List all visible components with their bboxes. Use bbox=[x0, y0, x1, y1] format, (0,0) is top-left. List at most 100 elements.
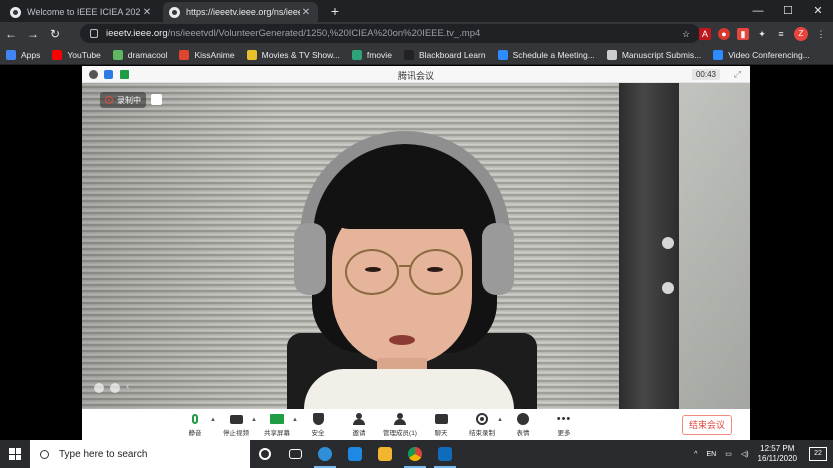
bookmark-item[interactable]: dramacool bbox=[112, 49, 168, 60]
browser-tab-active[interactable]: https://ieeetv.ieee.org/ns/ieee ✕ bbox=[163, 2, 318, 22]
extensions-area: ☆ A ● ▮ ✦ ≡ Z ⋮ bbox=[680, 22, 827, 45]
security-button[interactable]: 安全 bbox=[303, 413, 333, 437]
chat-button[interactable]: 聊天 bbox=[426, 413, 456, 437]
volume-icon[interactable]: ◁) bbox=[741, 450, 749, 458]
bookmark-label: Manuscript Submis... bbox=[621, 49, 702, 60]
address-bar[interactable]: ieeetv.ieee.org/ns/ieeetvdl/VolunteerGen… bbox=[80, 24, 700, 43]
bookmark-item[interactable]: Movies & TV Show... bbox=[246, 49, 340, 60]
mute-button[interactable]: 静音 ▲ bbox=[180, 413, 216, 437]
bookmark-favicon-icon bbox=[179, 49, 190, 60]
chrome-button[interactable] bbox=[400, 440, 430, 468]
bookmark-item[interactable]: Blackboard Learn bbox=[403, 49, 486, 60]
file-explorer-button[interactable] bbox=[370, 440, 400, 468]
edge-button[interactable] bbox=[310, 440, 340, 468]
language-indicator[interactable]: EN bbox=[706, 451, 716, 458]
bookmark-item[interactable]: Schedule a Meeting... bbox=[497, 49, 595, 60]
bookmark-item[interactable]: Apps bbox=[6, 49, 41, 60]
invite-button[interactable]: 邀请 bbox=[344, 413, 374, 437]
bookmark-label: Apps bbox=[21, 49, 41, 60]
windows-taskbar: Type here to search ^ EN ▭ ◁) 12:57 PM 1… bbox=[0, 440, 833, 468]
new-tab-button[interactable]: + bbox=[326, 3, 344, 21]
clock[interactable]: 12:57 PM 16/11/2020 bbox=[758, 444, 797, 464]
tab-title: Welcome to IEEE ICIEA 2021 bbox=[27, 7, 141, 17]
end-recording-button[interactable]: 结束录制 ▲ bbox=[467, 413, 503, 437]
mic-icon bbox=[188, 413, 202, 426]
start-button[interactable] bbox=[0, 440, 30, 468]
chat-icon[interactable] bbox=[110, 383, 120, 393]
outlook-button[interactable] bbox=[430, 440, 460, 468]
bookmark-label: fmovie bbox=[366, 49, 392, 60]
reactions-button[interactable]: 表情 bbox=[508, 413, 538, 437]
lock-icon[interactable] bbox=[90, 29, 98, 38]
bookmark-favicon-icon bbox=[112, 49, 123, 60]
more-icon: ••• bbox=[556, 413, 572, 425]
outlook-icon bbox=[438, 447, 452, 461]
meeting-toolbar: 静音 ▲ 停止视频 ▲ 共享屏幕 ▲ 安全 邀请 管理成员(1) 聊天 结束录制… bbox=[82, 409, 750, 440]
url-text: ieeetv.ieee.org/ns/ieeetvdl/VolunteerGen… bbox=[106, 28, 481, 39]
bookmark-item[interactable]: KissAnime bbox=[179, 49, 235, 60]
bookmark-favicon-icon bbox=[52, 49, 63, 60]
extension-icon[interactable]: ● bbox=[718, 27, 730, 40]
reading-list-icon[interactable]: ≡ bbox=[775, 28, 787, 40]
profile-avatar[interactable]: Z bbox=[794, 26, 808, 41]
stop-video-button[interactable]: 停止视频 ▲ bbox=[221, 413, 257, 437]
share-screen-button[interactable]: 共享屏幕 ▲ bbox=[262, 413, 298, 437]
bookmark-label: dramacool bbox=[127, 49, 168, 60]
mail-button[interactable] bbox=[340, 440, 370, 468]
navigation-bar: ← → ↻ ieeetv.ieee.org/ns/ieeetvdl/Volunt… bbox=[0, 22, 833, 45]
bookmark-item[interactable]: Video Conferencing... bbox=[713, 49, 810, 60]
bookmark-label: Movies & TV Show... bbox=[261, 49, 340, 60]
cortana-button[interactable] bbox=[250, 440, 280, 468]
more-button[interactable]: ••• 更多 bbox=[549, 413, 579, 437]
emoji-icon bbox=[516, 413, 530, 426]
bookmark-favicon-icon bbox=[713, 49, 724, 60]
fullscreen-icon[interactable]: ⤢ bbox=[734, 69, 741, 80]
pdf-extension-icon[interactable]: A bbox=[699, 27, 711, 40]
close-tab-icon[interactable]: ✕ bbox=[300, 7, 312, 18]
reload-icon[interactable]: ↻ bbox=[44, 23, 66, 45]
chevron-up-icon[interactable]: ▲ bbox=[210, 417, 216, 423]
end-meeting-button[interactable]: 结束会议 bbox=[681, 415, 732, 435]
back-icon[interactable]: ← bbox=[0, 23, 22, 45]
extension-icon[interactable]: ▮ bbox=[737, 27, 749, 40]
close-window-icon[interactable]: ✕ bbox=[803, 0, 833, 22]
video-player[interactable]: 腾讯会议 00:43 ⤢ 录制中 ‹ 静音 ▲ 停止视频 ▲ 共享屏幕 ▲ 安全… bbox=[0, 66, 833, 440]
chevron-up-icon[interactable]: ▲ bbox=[292, 417, 298, 423]
taskbar-search[interactable]: Type here to search bbox=[30, 440, 250, 468]
clock-date: 16/11/2020 bbox=[757, 454, 797, 463]
tab-title: https://ieeetv.ieee.org/ns/ieee bbox=[186, 7, 300, 17]
clock-time: 12:57 PM bbox=[760, 444, 795, 453]
meeting-titlebar: 腾讯会议 00:43 ⤢ bbox=[82, 66, 750, 83]
close-tab-icon[interactable]: ✕ bbox=[141, 7, 153, 18]
search-placeholder: Type here to search bbox=[59, 448, 148, 460]
windows-icon bbox=[9, 448, 21, 460]
manage-members-button[interactable]: 管理成员(1) bbox=[383, 413, 417, 437]
chevron-up-icon[interactable]: ^ bbox=[694, 451, 697, 458]
chrome-icon bbox=[408, 447, 422, 461]
bookmark-favicon-icon bbox=[246, 49, 257, 60]
notifications-button[interactable]: 22 bbox=[809, 447, 827, 461]
puzzle-icon[interactable]: ✦ bbox=[756, 28, 768, 40]
bookmark-favicon-icon bbox=[403, 49, 414, 60]
bookmark-item[interactable]: YouTube bbox=[52, 49, 101, 60]
maximize-icon[interactable]: ☐ bbox=[773, 0, 803, 22]
bookmark-item[interactable]: fmovie bbox=[351, 49, 392, 60]
bookmark-favicon-icon bbox=[606, 49, 617, 60]
browser-tab[interactable]: Welcome to IEEE ICIEA 2021 ✕ bbox=[4, 2, 159, 22]
task-view-button[interactable] bbox=[280, 440, 310, 468]
star-icon[interactable]: ☆ bbox=[680, 28, 692, 40]
chevron-up-icon[interactable]: ▲ bbox=[497, 417, 503, 423]
stop-recording-button[interactable] bbox=[151, 94, 162, 105]
bookmark-label: YouTube bbox=[67, 49, 101, 60]
bookmark-item[interactable]: Manuscript Submis... bbox=[606, 49, 702, 60]
menu-icon[interactable]: ⋮ bbox=[815, 28, 827, 40]
emoji-icon[interactable] bbox=[94, 383, 104, 393]
bookmark-favicon-icon bbox=[351, 49, 362, 60]
network-icon[interactable]: ▭ bbox=[725, 450, 732, 458]
minimize-icon[interactable]: — bbox=[743, 0, 773, 22]
forward-icon[interactable]: → bbox=[22, 23, 44, 45]
chevron-up-icon[interactable]: ▲ bbox=[251, 417, 257, 423]
globe-icon bbox=[169, 6, 180, 18]
bookmark-label: KissAnime bbox=[194, 49, 235, 60]
chevron-left-icon[interactable]: ‹ bbox=[126, 381, 129, 392]
